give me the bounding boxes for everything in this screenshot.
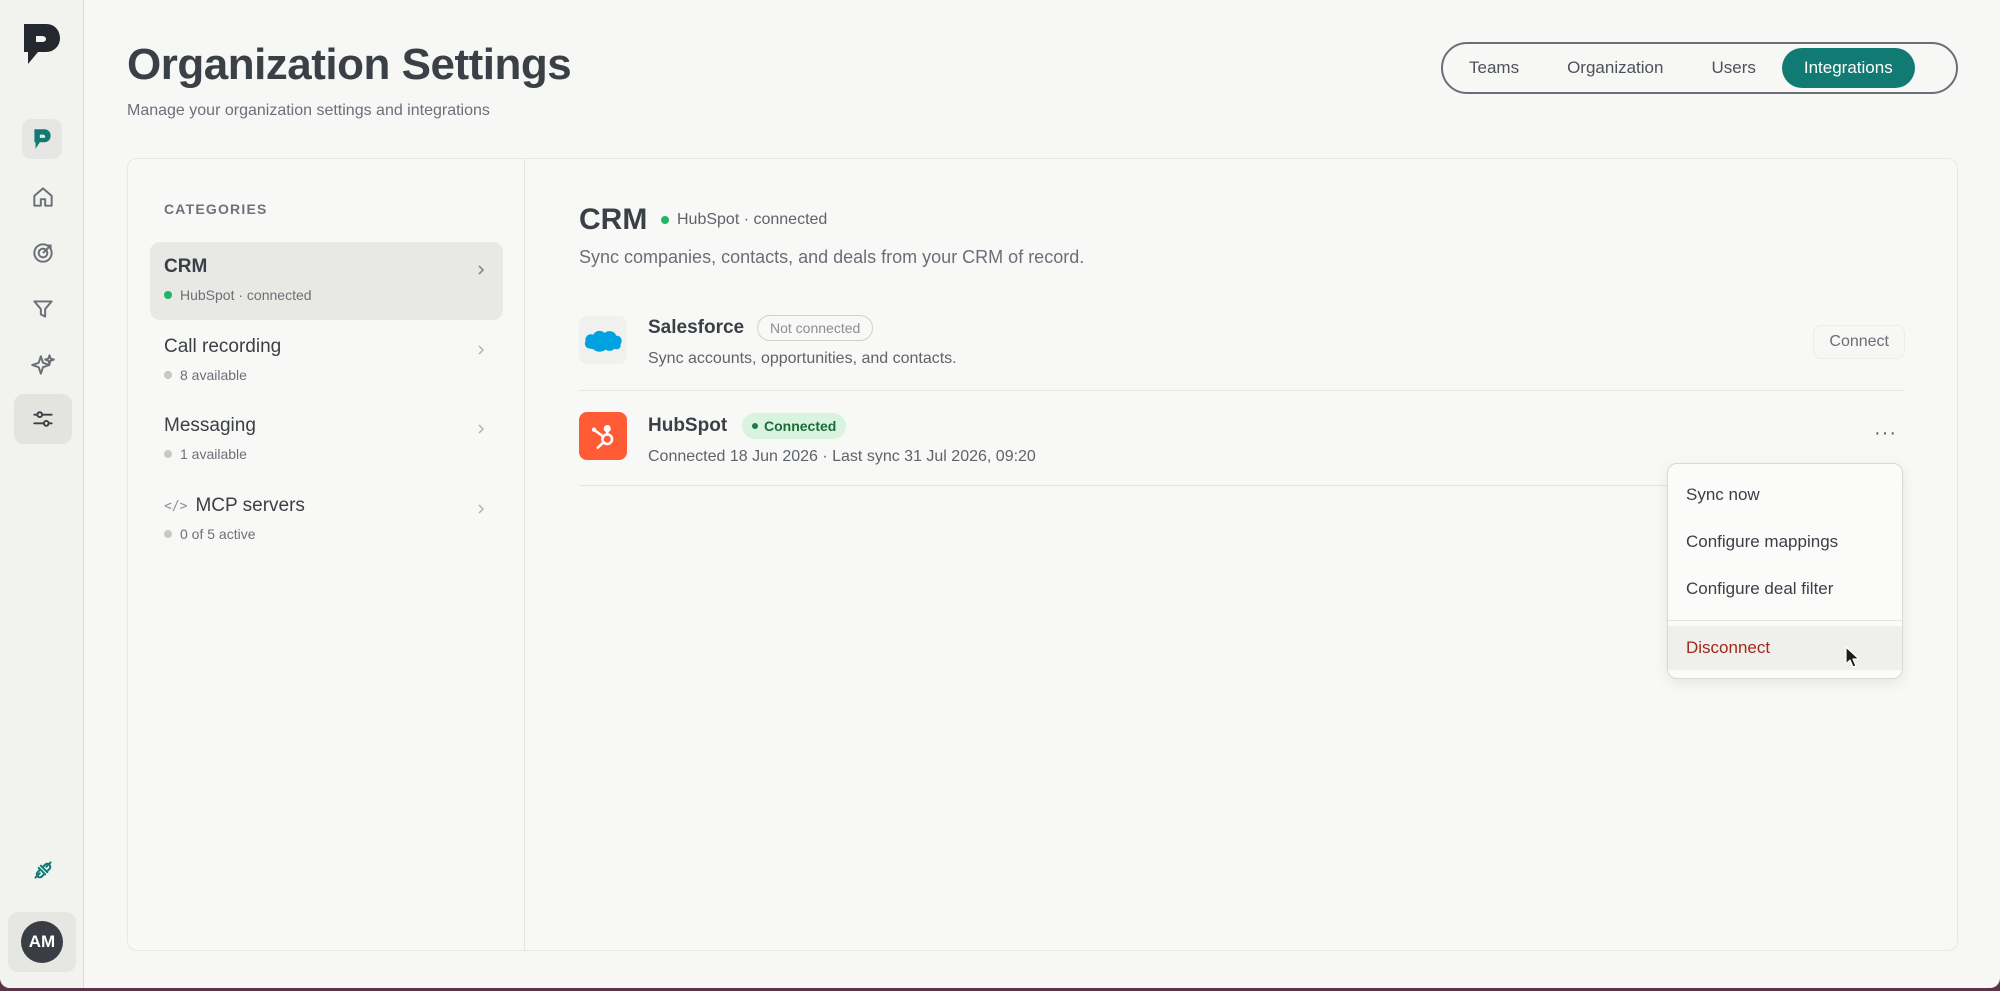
integration-actions-menu: Sync now Configure mappings Configure de…	[1667, 463, 1903, 679]
avatar: AM	[21, 921, 63, 963]
tab-users[interactable]: Users	[1689, 48, 1777, 88]
menu-item-sync-now[interactable]: Sync now	[1668, 473, 1902, 517]
more-options-icon[interactable]: ···	[1874, 422, 1897, 445]
section-status: HubSpot · connected	[661, 211, 827, 229]
status-badge: Not connected	[757, 315, 874, 341]
left-rail: AM	[0, 0, 84, 988]
integration-description: Sync accounts, opportunities, and contac…	[648, 350, 957, 367]
status-dot	[164, 530, 172, 538]
status-dot	[661, 216, 669, 224]
category-sub: 0 of 5 active	[180, 526, 256, 542]
integration-description: Connected 18 Jun 2026 · Last sync 31 Jul…	[648, 448, 1036, 465]
category-call-recording[interactable]: Call recording 8 available	[150, 322, 503, 400]
category-mcp-servers[interactable]: </> MCP servers 0 of 5 active	[150, 481, 503, 559]
status-dot	[164, 371, 172, 379]
integration-row-salesforce: Salesforce Not connected Sync accounts, …	[579, 304, 1905, 391]
page-subtitle: Manage your organization settings and in…	[127, 102, 490, 119]
mouse-cursor-icon	[1845, 646, 1860, 668]
chevron-right-icon	[478, 424, 485, 434]
chevron-right-icon	[478, 265, 485, 275]
code-icon: </>	[164, 498, 188, 514]
section-description: Sync companies, contacts, and deals from…	[579, 247, 1085, 267]
integration-name: HubSpot	[648, 415, 728, 436]
plug-icon[interactable]	[14, 845, 72, 895]
category-name: CRM	[164, 256, 208, 277]
chevron-right-icon	[478, 504, 485, 514]
category-sub: 8 available	[180, 367, 247, 383]
category-name: Messaging	[164, 415, 256, 436]
integration-name: Salesforce	[648, 317, 745, 338]
tab-teams[interactable]: Teams	[1447, 48, 1541, 88]
menu-item-configure-mappings[interactable]: Configure mappings	[1668, 520, 1902, 564]
sparkle-icon[interactable]	[14, 340, 72, 390]
connect-button[interactable]: Connect	[1813, 325, 1905, 359]
user-menu[interactable]: AM	[8, 912, 76, 972]
status-badge: Connected	[742, 413, 847, 439]
status-dot	[164, 450, 172, 458]
categories-panel: CATEGORIES CRM HubSpot · connected Call …	[128, 159, 525, 950]
section-status-text: HubSpot · connected	[677, 211, 828, 228]
categories-heading: CATEGORIES	[164, 201, 268, 217]
status-dot	[164, 291, 172, 299]
tab-integrations[interactable]: Integrations	[1781, 48, 1915, 88]
menu-item-configure-deal-filter[interactable]: Configure deal filter	[1668, 567, 1902, 611]
category-name: Call recording	[164, 336, 282, 357]
workspace-icon[interactable]	[22, 119, 62, 159]
status-badge-text: Connected	[764, 418, 837, 434]
menu-divider	[1668, 620, 1902, 621]
page-title: Organization Settings	[127, 40, 572, 89]
category-sub: HubSpot · connected	[180, 287, 312, 303]
menu-item-disconnect[interactable]: Disconnect	[1668, 626, 1902, 670]
app-logo-icon[interactable]	[20, 20, 64, 68]
category-name: MCP servers	[195, 495, 305, 516]
category-messaging[interactable]: Messaging 1 available	[150, 401, 503, 479]
hubspot-logo-icon	[579, 412, 627, 460]
home-icon[interactable]	[14, 172, 72, 222]
status-dot	[752, 423, 758, 429]
settings-tabs: Teams Organization Users Integrations	[1441, 42, 1958, 94]
app-window: AM Organization Settings Manage your org…	[0, 0, 2000, 988]
tab-organization[interactable]: Organization	[1545, 48, 1685, 88]
sliders-icon[interactable]	[14, 394, 72, 444]
category-crm[interactable]: CRM HubSpot · connected	[150, 242, 503, 320]
target-icon[interactable]	[14, 228, 72, 278]
filter-icon[interactable]	[14, 284, 72, 334]
chevron-right-icon	[478, 345, 485, 355]
category-sub: 1 available	[180, 446, 247, 462]
salesforce-logo-icon	[579, 316, 627, 364]
section-title: CRM	[579, 203, 648, 236]
